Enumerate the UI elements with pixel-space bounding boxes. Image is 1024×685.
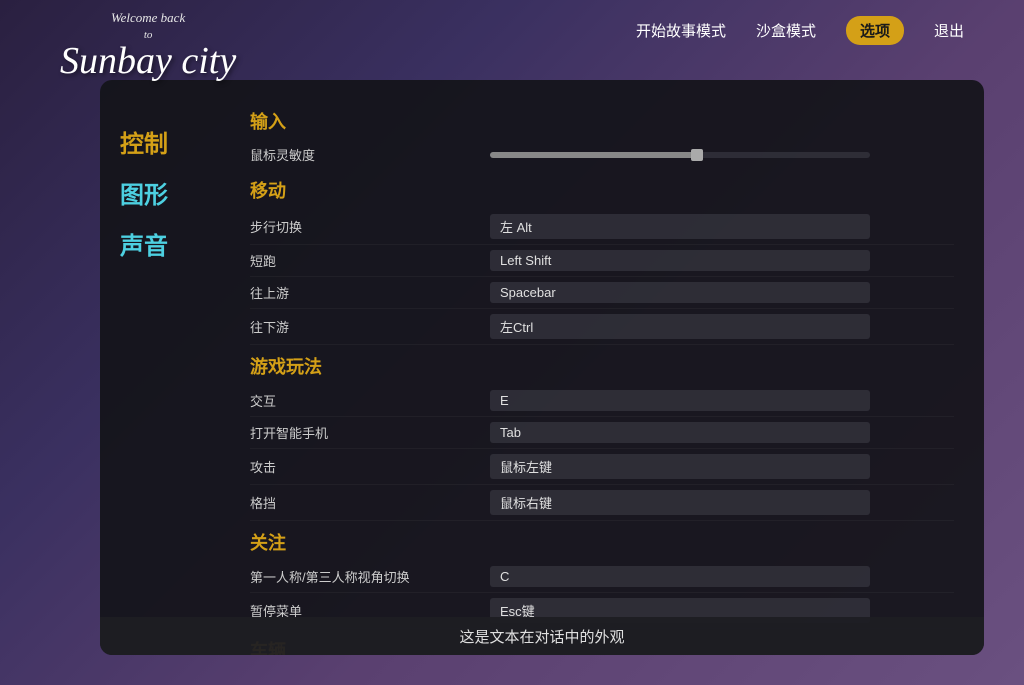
preview-text-bar: 这是文本在对话中的外观 — [100, 617, 984, 655]
main-panel: 控制 图形 声音 输入 鼠标灵敏度 移动 步行切换 左 Alt 短跑 Left … — [100, 80, 984, 655]
section-title-input: 输入 — [250, 108, 954, 134]
block-label: 格挡 — [250, 493, 490, 512]
attack-value[interactable]: 鼠标左键 — [490, 454, 870, 479]
keybind-swim-down: 往下游 左Ctrl — [250, 309, 954, 345]
content-area: 输入 鼠标灵敏度 移动 步行切换 左 Alt 短跑 Left Shift 往上游… — [220, 80, 984, 655]
phone-value[interactable]: Tab — [490, 422, 870, 443]
swim-up-label: 往上游 — [250, 283, 490, 302]
slider-fill — [490, 152, 699, 158]
mouse-sensitivity-slider[interactable] — [490, 152, 870, 158]
interact-value[interactable]: E — [490, 390, 870, 411]
keybind-block: 格挡 鼠标右键 — [250, 485, 954, 521]
slider-thumb[interactable] — [691, 149, 703, 161]
sprint-label: 短跑 — [250, 251, 490, 270]
swim-down-label: 往下游 — [250, 317, 490, 336]
keybind-attack: 攻击 鼠标左键 — [250, 449, 954, 485]
sidebar-item-sound[interactable]: 声音 — [120, 222, 200, 265]
nav-sandbox-mode[interactable]: 沙盒模式 — [756, 20, 816, 41]
keybind-phone: 打开智能手机 Tab — [250, 417, 954, 449]
sidebar: 控制 图形 声音 — [100, 80, 220, 655]
keybind-sprint: 短跑 Left Shift — [250, 245, 954, 277]
keybind-interact: 交互 E — [250, 385, 954, 417]
keybind-walk-toggle: 步行切换 左 Alt — [250, 209, 954, 245]
walk-toggle-label: 步行切换 — [250, 217, 490, 236]
mouse-sensitivity-row: 鼠标灵敏度 — [250, 140, 954, 169]
section-title-gameplay: 游戏玩法 — [250, 353, 954, 379]
keybind-perspective: 第一人称/第三人称视角切换 C — [250, 561, 954, 593]
swim-down-value[interactable]: 左Ctrl — [490, 314, 870, 339]
section-title-focus: 关注 — [250, 529, 954, 555]
section-title-movement: 移动 — [250, 177, 954, 203]
walk-toggle-value[interactable]: 左 Alt — [490, 214, 870, 239]
nav-story-mode[interactable]: 开始故事模式 — [636, 20, 726, 41]
preview-text: 这是文本在对话中的外观 — [459, 626, 624, 647]
keybind-swim-up: 往上游 Spacebar — [250, 277, 954, 309]
sidebar-item-graphics[interactable]: 图形 — [120, 171, 200, 214]
perspective-value[interactable]: C — [490, 566, 870, 587]
sprint-value[interactable]: Left Shift — [490, 250, 870, 271]
perspective-label: 第一人称/第三人称视角切换 — [250, 567, 490, 586]
swim-up-value[interactable]: Spacebar — [490, 282, 870, 303]
phone-label: 打开智能手机 — [250, 423, 490, 442]
sidebar-item-controls[interactable]: 控制 — [120, 120, 200, 163]
nav-options[interactable]: 选项 — [846, 16, 904, 45]
block-value[interactable]: 鼠标右键 — [490, 490, 870, 515]
top-nav: 开始故事模式 沙盒模式 选项 退出 — [0, 0, 1024, 60]
mouse-sensitivity-label: 鼠标灵敏度 — [250, 145, 490, 164]
nav-quit[interactable]: 退出 — [934, 20, 964, 41]
interact-label: 交互 — [250, 391, 490, 410]
attack-label: 攻击 — [250, 457, 490, 476]
